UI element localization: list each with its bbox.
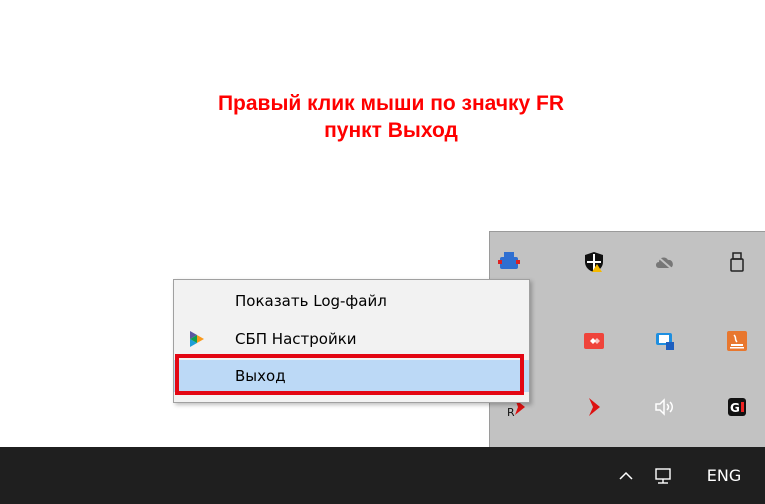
menu-item-sbp-settings[interactable]: СБП Настройки [174,323,529,355]
svg-text:R: R [507,406,515,419]
app-icon-blue[interactable] [495,248,523,276]
instruction-caption: Правый клик мыши по значку FR пункт Выхо… [130,90,652,148]
menu-item-show-log[interactable]: Показать Log-файл [174,285,529,317]
instruction-line-1: Правый клик мыши по значку FR [217,92,565,115]
teams-icon[interactable] [651,327,679,355]
menu-item-label: СБП Настройки [235,330,357,348]
usb-drive-icon[interactable] [723,248,751,276]
volume-icon[interactable] [651,393,679,421]
anydesk-icon[interactable] [580,327,608,355]
arrow-app-icon[interactable] [580,393,608,421]
tray-overflow-flyout: R G [489,231,765,447]
g-app-icon[interactable]: G [723,393,751,421]
instruction-line-2: пункт Выход [324,119,458,142]
chevron-up-icon[interactable] [612,447,640,504]
network-icon[interactable] [648,447,678,504]
language-indicator[interactable]: ENG [694,447,754,504]
svg-text:G: G [730,401,740,415]
defender-shield-icon[interactable] [580,248,608,276]
java-update-icon[interactable] [723,327,751,355]
cloud-off-icon[interactable] [651,248,679,276]
language-label: ENG [706,466,742,485]
exit-highlight-frame [175,354,524,395]
menu-item-label: Показать Log-файл [235,292,387,310]
sbp-logo-icon [188,330,206,348]
taskbar: ENG [0,447,765,504]
